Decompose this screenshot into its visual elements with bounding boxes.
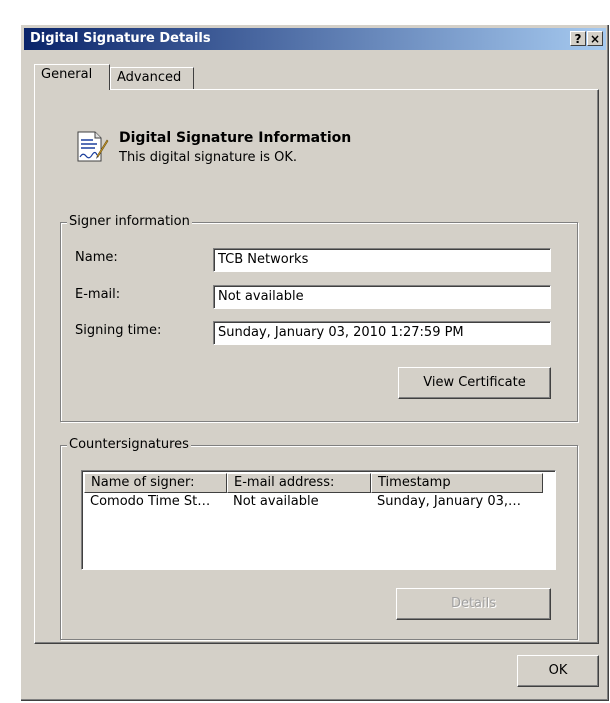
signer-information-group: Signer information Name: TCB Networks E-…: [60, 214, 578, 422]
email-label: E-mail:: [75, 287, 121, 302]
signature-status-text: This digital signature is OK.: [119, 150, 298, 165]
window-title: Digital Signature Details: [30, 31, 211, 46]
view-certificate-button[interactable]: View Certificate: [398, 367, 551, 399]
general-tab-panel: Digital Signature Information This digit…: [34, 89, 599, 644]
column-email-address[interactable]: E-mail address:: [227, 473, 371, 493]
tab-general[interactable]: General: [34, 64, 110, 90]
countersignatures-group: Countersignatures Name of signer: E-mail…: [60, 437, 578, 640]
email-cell: Not available: [233, 494, 319, 509]
column-name-of-signer[interactable]: Name of signer:: [84, 473, 227, 493]
timestamp-cell: Sunday, January 03,…: [377, 494, 521, 509]
help-button[interactable]: ?: [570, 31, 586, 46]
dialog-window: Digital Signature Details ? × General Ad…: [20, 24, 609, 701]
title-bar: Digital Signature Details ? ×: [24, 28, 606, 50]
list-item[interactable]: Comodo Time St… Not available Sunday, Ja…: [84, 493, 553, 511]
signer-group-label: Signer information: [67, 214, 192, 229]
countersignatures-list[interactable]: Name of signer: E-mail address: Timestam…: [81, 470, 556, 570]
details-button[interactable]: Details: [396, 588, 551, 620]
signing-time-field[interactable]: Sunday, January 03, 2010 1:27:59 PM: [213, 321, 551, 345]
signer-name-cell: Comodo Time St…: [90, 494, 211, 509]
name-field[interactable]: TCB Networks: [213, 248, 551, 272]
document-signature-icon: [75, 130, 109, 168]
signing-time-label: Signing time:: [75, 323, 162, 338]
ok-button[interactable]: OK: [517, 655, 599, 687]
name-label: Name:: [75, 250, 118, 265]
tab-advanced[interactable]: Advanced: [110, 67, 194, 90]
list-header: Name of signer: E-mail address: Timestam…: [84, 473, 553, 493]
column-timestamp[interactable]: Timestamp: [371, 473, 543, 493]
countersignatures-group-label: Countersignatures: [67, 437, 191, 452]
email-field[interactable]: Not available: [213, 285, 551, 309]
signature-info-title: Digital Signature Information: [119, 130, 352, 146]
close-button[interactable]: ×: [587, 31, 603, 46]
